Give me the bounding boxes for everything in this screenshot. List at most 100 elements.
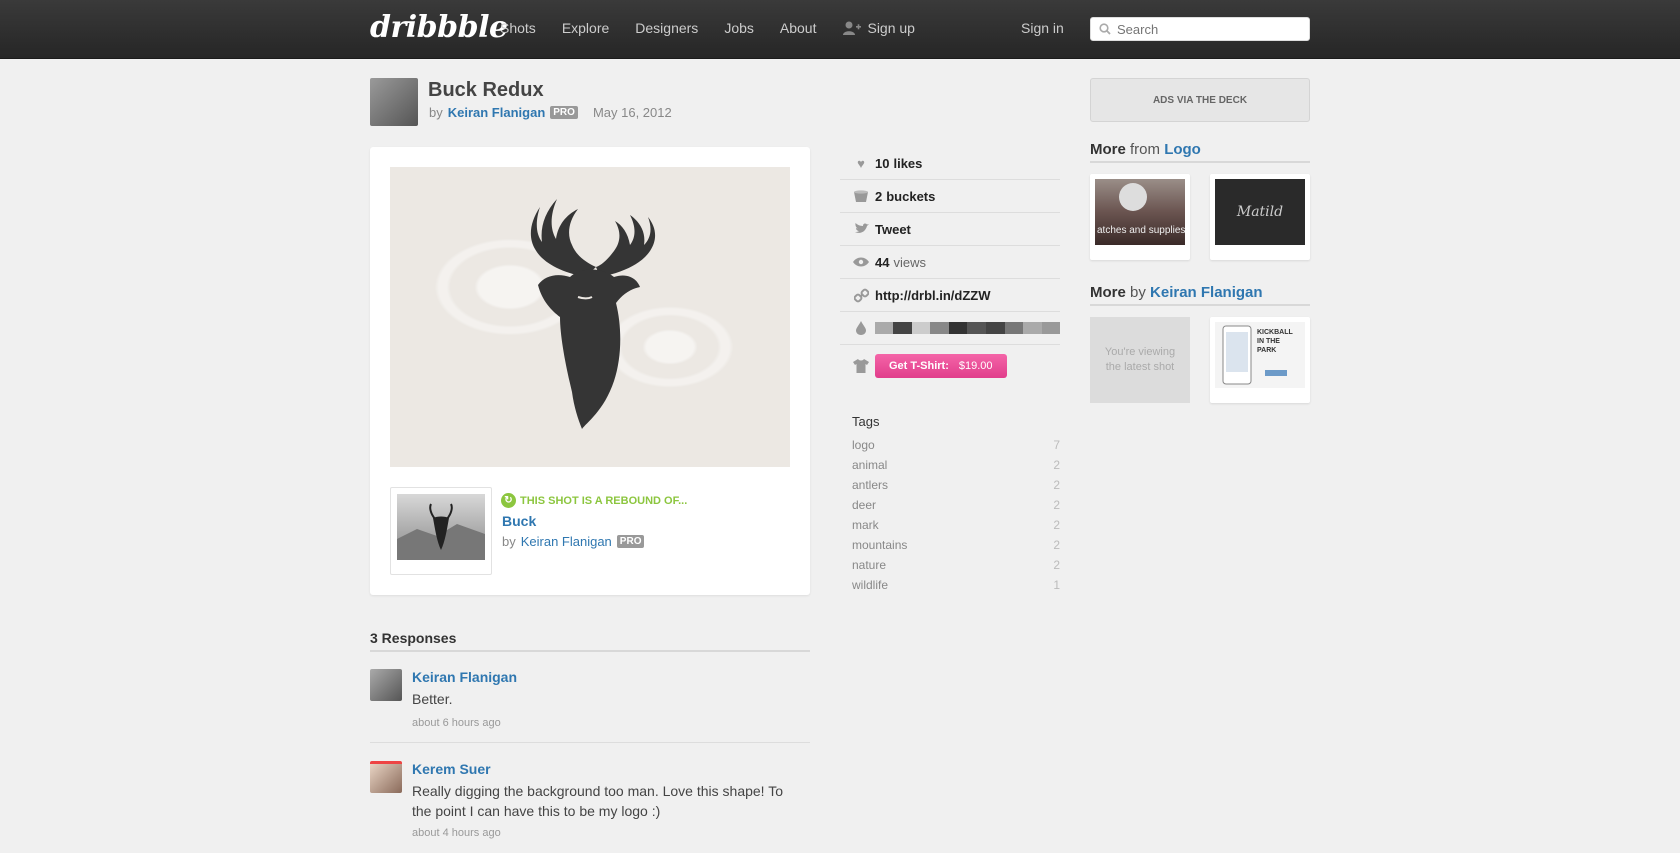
shot-title: Buck Redux xyxy=(428,79,544,101)
buckets-row[interactable]: 2 buckets xyxy=(840,180,1060,213)
comment-author-link[interactable]: Keiran Flanigan xyxy=(412,669,517,685)
pro-badge: PRO xyxy=(550,106,578,119)
latest-shot-placeholder: You're viewing the latest shot xyxy=(1090,317,1190,403)
more-by-link[interactable]: Keiran Flanigan xyxy=(1150,284,1263,301)
tag-item[interactable]: antlers 2 xyxy=(852,478,1060,498)
responses-divider xyxy=(370,650,810,652)
more-from-thumb[interactable]: atches and supplies xyxy=(1090,174,1190,260)
tag-count: 2 xyxy=(1053,478,1060,492)
tag-name: deer xyxy=(852,498,877,512)
tag-count: 2 xyxy=(1053,518,1060,532)
comment-time: about 4 hours ago xyxy=(412,827,501,839)
dribbble-logo[interactable]: dribbble xyxy=(370,10,508,45)
rebound-label: ↻ THIS SHOT IS A REBOUND OF... xyxy=(501,493,687,508)
palette-swatch[interactable] xyxy=(1023,322,1042,334)
ads-box[interactable]: ADS VIA THE DECK xyxy=(1090,78,1310,122)
signup-label: Sign up xyxy=(867,20,915,36)
tag-count: 2 xyxy=(1053,458,1060,472)
tshirt-price: $19.00 xyxy=(958,360,993,372)
tag-name: logo xyxy=(852,438,875,452)
main-nav: Shots Explore Designers Jobs About Sign … xyxy=(500,20,941,36)
nav-jobs[interactable]: Jobs xyxy=(724,20,754,36)
palette-swatch[interactable] xyxy=(911,322,931,334)
more-from-heading: More from Logo xyxy=(1090,141,1201,158)
shot-meta: ♥ 10 likes 2 buckets Tweet 44 views http… xyxy=(840,147,1061,387)
tag-item[interactable]: mark 2 xyxy=(852,518,1060,538)
tshirt-row: Get T-Shirt: $19.00 xyxy=(840,345,1060,387)
tweet-row[interactable]: Tweet xyxy=(840,213,1060,246)
tag-item[interactable]: wildlife 1 xyxy=(852,578,1060,598)
rebound-thumbnail[interactable] xyxy=(390,487,492,575)
tag-item[interactable]: animal 2 xyxy=(852,458,1060,478)
eye-icon xyxy=(852,255,870,269)
comment-item: Kerem Suer Really digging the background… xyxy=(370,761,810,851)
rebound-by-label: by xyxy=(502,534,516,549)
tag-count: 1 xyxy=(1053,578,1060,592)
tag-item[interactable]: deer 2 xyxy=(852,498,1060,518)
more-from-bold: More xyxy=(1090,141,1126,158)
deer-thumb-icon xyxy=(397,503,485,560)
palette-swatch[interactable] xyxy=(874,322,894,334)
get-tshirt-button[interactable]: Get T-Shirt: $19.00 xyxy=(875,354,1007,378)
color-palette xyxy=(874,322,1061,334)
palette-swatch[interactable] xyxy=(930,322,949,334)
shortlink-row[interactable]: http://drbl.in/dZZW xyxy=(840,279,1060,312)
deer-head-illustration xyxy=(530,199,656,429)
tag-name: nature xyxy=(852,558,887,572)
tags-list: logo 7 animal 2 antlers 2 deer 2 mark 2 mount… xyxy=(852,438,1060,598)
responses-title: 3 Responses xyxy=(370,630,457,646)
nav-explore[interactable]: Explore xyxy=(562,20,609,36)
palette-swatch[interactable] xyxy=(986,322,1005,334)
rebound-label-text: THIS SHOT IS A REBOUND OF... xyxy=(520,494,688,507)
more-by-thumb[interactable]: KICKBALL IN THE PARK xyxy=(1210,317,1310,403)
nav-shots[interactable]: Shots xyxy=(500,20,536,36)
search-input[interactable] xyxy=(1117,21,1297,37)
tag-count: 7 xyxy=(1053,438,1060,452)
comment-text: Better. xyxy=(412,691,453,707)
tag-item[interactable]: nature 2 xyxy=(852,558,1060,578)
buckets-count: 2 xyxy=(875,188,883,204)
nav-designers[interactable]: Designers xyxy=(635,20,698,36)
more-from-divider xyxy=(1090,161,1310,163)
comment-avatar[interactable] xyxy=(370,761,402,793)
more-from-thumb[interactable]: Matild xyxy=(1210,174,1310,260)
comment-avatar[interactable] xyxy=(370,669,402,701)
comment-author-link[interactable]: Kerem Suer xyxy=(412,761,491,777)
likes-count: 10 xyxy=(875,155,890,171)
more-by-heading: More by Keiran Flanigan xyxy=(1090,284,1263,301)
palette-swatch[interactable] xyxy=(948,322,968,334)
likes-label: likes xyxy=(893,155,923,171)
tag-item[interactable]: logo 7 xyxy=(852,438,1060,458)
tags-title: Tags xyxy=(852,414,880,429)
nav-about[interactable]: About xyxy=(780,20,817,36)
shot-image[interactable] xyxy=(390,167,790,467)
tag-item[interactable]: mountains 2 xyxy=(852,538,1060,558)
thumb-image: Matild xyxy=(1215,179,1305,245)
more-from-link[interactable]: Logo xyxy=(1164,141,1201,158)
search-box[interactable] xyxy=(1090,17,1310,41)
author-avatar[interactable] xyxy=(370,78,418,126)
comment-time: about 6 hours ago xyxy=(412,717,501,729)
views-row: 44 views xyxy=(840,246,1060,279)
buckets-label: buckets xyxy=(886,188,936,204)
palette-swatch[interactable] xyxy=(1041,322,1061,334)
shot-card: ↻ THIS SHOT IS A REBOUND OF... Buck by K… xyxy=(370,147,810,595)
author-link[interactable]: Keiran Flanigan xyxy=(448,105,546,120)
by-label: by xyxy=(429,105,443,120)
more-from-text: from xyxy=(1130,141,1161,158)
tag-name: mark xyxy=(852,518,879,532)
rebound-title-link[interactable]: Buck xyxy=(502,513,536,529)
signin-link[interactable]: Sign in xyxy=(1021,20,1064,36)
twitter-bird-icon xyxy=(852,222,870,236)
nav-signup[interactable]: Sign up xyxy=(842,20,915,36)
palette-swatch[interactable] xyxy=(893,322,912,334)
rebound-author-link[interactable]: Keiran Flanigan xyxy=(521,534,612,549)
more-by-bold: More xyxy=(1090,284,1126,301)
tag-name: mountains xyxy=(852,538,908,552)
comment-item: Keiran Flanigan Better. about 6 hours ag… xyxy=(370,669,810,729)
top-navbar: dribbble Shots Explore Designers Jobs Ab… xyxy=(0,0,1680,59)
palette-swatch[interactable] xyxy=(967,322,986,334)
palette-swatch[interactable] xyxy=(1004,322,1024,334)
likes-row[interactable]: ♥ 10 likes xyxy=(840,147,1060,180)
thumb-caption: atches and supplies xyxy=(1097,225,1186,236)
